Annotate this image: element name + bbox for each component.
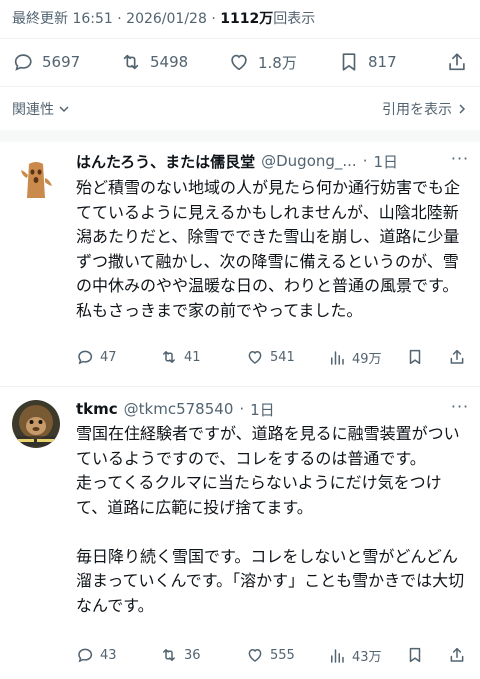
section-divider <box>0 130 480 142</box>
view-quotes-link[interactable]: 引用を表示 <box>382 99 468 119</box>
share-icon <box>449 53 465 71</box>
reply-count: 5697 <box>42 53 81 71</box>
reply-icon <box>78 648 93 663</box>
reply-tweet[interactable]: はんたろう、または儒艮堂 @Dugong_... · 1日 ··· 殆ど積雪のな… <box>0 150 480 380</box>
divider <box>0 38 480 39</box>
bookmark-icon <box>409 349 421 365</box>
retweet-button[interactable]: 5498 <box>120 51 188 73</box>
views-button[interactable]: 43万 <box>328 646 382 665</box>
reply-text: 殆ど積雪のない地域の人が見たら何か通行妨害でも企てているように見えるかもしれませ… <box>76 178 461 320</box>
avatar[interactable] <box>12 156 60 204</box>
reply-header: tkmc @tkmc578540 · 1日 <box>76 398 275 420</box>
view-suffix: 回表示 <box>273 11 316 27</box>
monkey-avatar-icon <box>12 400 60 448</box>
retweet-icon <box>123 54 139 70</box>
bookmark-count: 817 <box>368 53 397 71</box>
tweet-meta: 最終更新 16:51 · 2026/01/28 · 1112万回表示 <box>12 8 315 30</box>
like-button[interactable]: 1.8万 <box>228 51 297 73</box>
bookmark-button[interactable] <box>406 348 424 366</box>
chevron-down-icon <box>59 106 69 113</box>
avatar[interactable] <box>12 400 60 448</box>
view-count: 1112万 <box>220 11 274 27</box>
user-handle[interactable]: @tkmc578540 <box>124 400 234 418</box>
heart-icon <box>231 54 247 71</box>
retweet-count: 41 <box>184 349 201 365</box>
bar-chart-icon <box>331 350 344 365</box>
like-count: 1.8万 <box>258 53 297 72</box>
retweet-icon <box>163 649 175 661</box>
bookmark-button[interactable]: 817 <box>338 51 397 73</box>
dot-separator: · <box>239 400 245 418</box>
sort-relevance-dropdown[interactable]: 関連性 <box>12 99 70 119</box>
like-count: 555 <box>270 647 295 663</box>
reply-header: はんたろう、または儒艮堂 @Dugong_... · 1日 <box>76 150 398 172</box>
reply-button[interactable]: 5697 <box>12 51 80 73</box>
reply-count: 43 <box>100 647 117 663</box>
display-name[interactable]: はんたろう、または儒艮堂 <box>76 151 255 172</box>
post-time[interactable]: 1日 <box>250 399 275 420</box>
share-button[interactable] <box>448 646 466 664</box>
bookmark-icon <box>342 53 356 71</box>
reply-action-bar: 43 36 555 43万 <box>76 646 468 670</box>
share-button[interactable] <box>448 348 466 366</box>
haniwa-avatar-icon <box>12 156 60 204</box>
reply-icon <box>14 54 32 71</box>
bookmark-icon <box>409 647 421 663</box>
view-count: 43万 <box>352 650 382 665</box>
meta-dot: · <box>117 11 122 27</box>
reply-tweet[interactable]: tkmc @tkmc578540 · 1日 ··· 雪国在住経験者ですが、道路を… <box>0 398 480 679</box>
heart-icon <box>248 648 262 662</box>
more-options-icon[interactable]: ··· <box>450 399 470 418</box>
like-button[interactable]: 541 <box>246 348 295 366</box>
heart-icon <box>248 350 262 364</box>
updated-time[interactable]: 16:51 <box>72 11 112 27</box>
more-options-icon[interactable]: ··· <box>450 151 470 170</box>
view-count: 49万 <box>352 352 382 367</box>
share-icon <box>450 647 464 662</box>
meta-dot: · <box>211 11 216 27</box>
display-name[interactable]: tkmc <box>76 400 118 418</box>
dot-separator: · <box>362 152 368 170</box>
reply-count: 47 <box>100 349 117 365</box>
updated-label: 最終更新 <box>12 11 68 27</box>
sort-label: 関連性 <box>12 102 54 118</box>
quotes-label: 引用を表示 <box>382 102 452 118</box>
retweet-count: 36 <box>184 647 201 663</box>
bookmark-button[interactable] <box>406 646 424 664</box>
share-icon <box>450 349 464 364</box>
share-button[interactable] <box>446 51 468 73</box>
retweet-button[interactable]: 36 <box>160 646 201 664</box>
reply-icon <box>78 350 93 365</box>
tweet-action-bar: 5697 5498 1.8万 817 <box>0 40 480 84</box>
divider <box>0 86 480 87</box>
updated-date[interactable]: 2026/01/28 <box>126 11 207 27</box>
reply-button[interactable]: 47 <box>76 348 117 366</box>
views-button[interactable]: 49万 <box>328 348 382 367</box>
retweet-count: 5498 <box>150 53 189 71</box>
post-time[interactable]: 1日 <box>373 151 398 172</box>
divider <box>0 386 480 387</box>
reply-button[interactable]: 43 <box>76 646 117 664</box>
chevron-right-icon <box>459 104 466 114</box>
user-handle[interactable]: @Dugong_... <box>261 152 357 170</box>
retweet-icon <box>163 351 175 363</box>
retweet-button[interactable]: 41 <box>160 348 201 366</box>
reply-action-bar: 47 41 541 49万 <box>76 348 468 372</box>
bar-chart-icon <box>331 648 344 663</box>
like-count: 541 <box>270 349 295 365</box>
like-button[interactable]: 555 <box>246 646 295 664</box>
reply-text: 雪国在住経験者ですが、道路を見るに融雪装置がついているようですので、コレをするの… <box>76 424 465 615</box>
